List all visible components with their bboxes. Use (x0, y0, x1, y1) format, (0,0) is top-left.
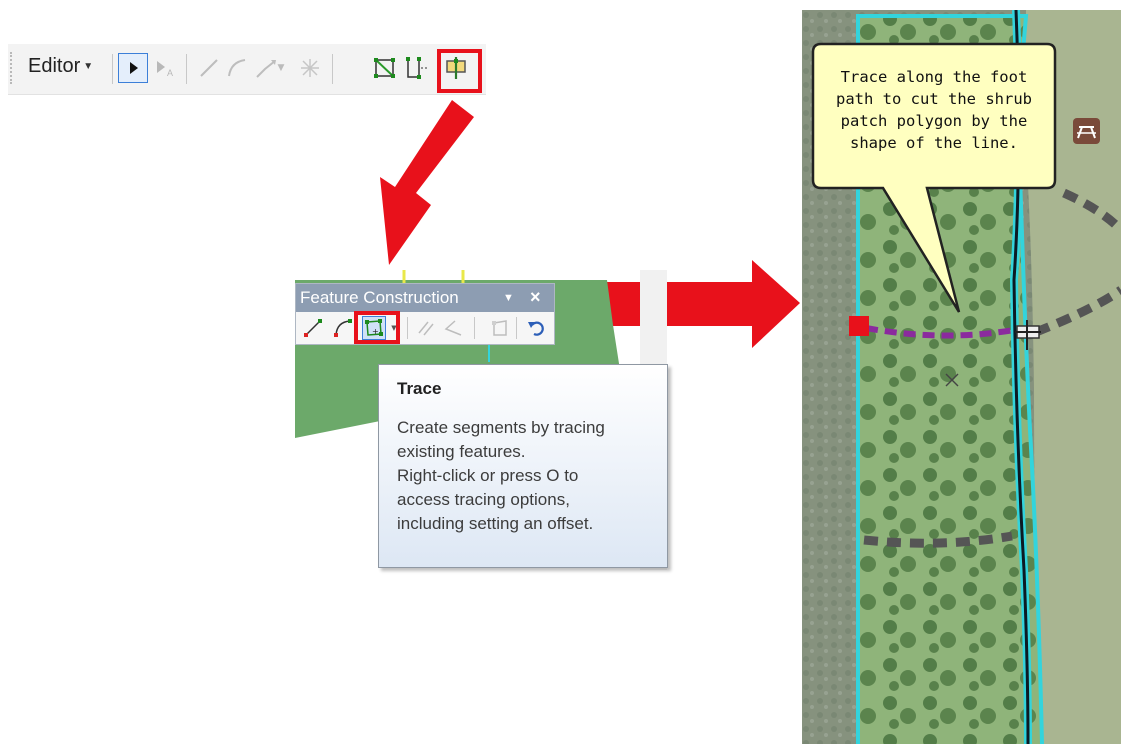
straight-segment-button[interactable] (301, 316, 325, 340)
separator (474, 317, 475, 339)
separator (516, 317, 517, 339)
feature-construction-toolbar: Feature Construction ▼ × + ▼ (295, 283, 555, 345)
close-icon[interactable]: × (530, 283, 541, 311)
tooltip-line: Create segments by tracing (397, 418, 605, 437)
trace-button-highlight (354, 311, 400, 344)
tooltip-line: access tracing options, (397, 490, 570, 509)
parallel-button[interactable] (414, 316, 438, 340)
angle-button[interactable] (441, 316, 465, 340)
callout-text: Trace along the foot path to cut the shr… (811, 66, 1057, 154)
polygon-icon (492, 320, 507, 336)
feature-construction-titlebar[interactable]: Feature Construction ▼ × (296, 284, 554, 312)
undo-button[interactable] (524, 316, 548, 340)
tooltip-title: Trace (397, 379, 442, 398)
tooltip-line: existing features. (397, 442, 526, 461)
angle-icon (444, 320, 462, 336)
separator (407, 317, 408, 339)
callout-line: shape of the line. (850, 134, 1018, 152)
polygon-button[interactable] (488, 316, 512, 340)
tooltip-line: Right-click or press O to (397, 466, 579, 485)
callout-line: patch polygon by the (840, 112, 1028, 130)
callout-line: Trace along the foot (840, 68, 1028, 86)
feature-construction-title: Feature Construction (300, 288, 459, 307)
callout-line: path to cut the shrub (836, 90, 1032, 108)
arc-segment-icon (334, 319, 352, 337)
tooltip-body: Create segments by tracing existing feat… (397, 416, 661, 536)
tooltip-line: including setting an offset. (397, 514, 594, 533)
trace-tooltip: Trace Create segments by tracing existin… (378, 364, 668, 568)
arrow-to-feature-construction (380, 100, 474, 265)
undo-icon (528, 321, 544, 336)
arc-segment-button[interactable] (331, 316, 355, 340)
picnic-area-icon (1073, 118, 1100, 144)
straight-segment-icon (304, 319, 322, 337)
dropdown-arrow-icon[interactable]: ▼ (503, 284, 514, 312)
parallel-icon (418, 321, 434, 336)
